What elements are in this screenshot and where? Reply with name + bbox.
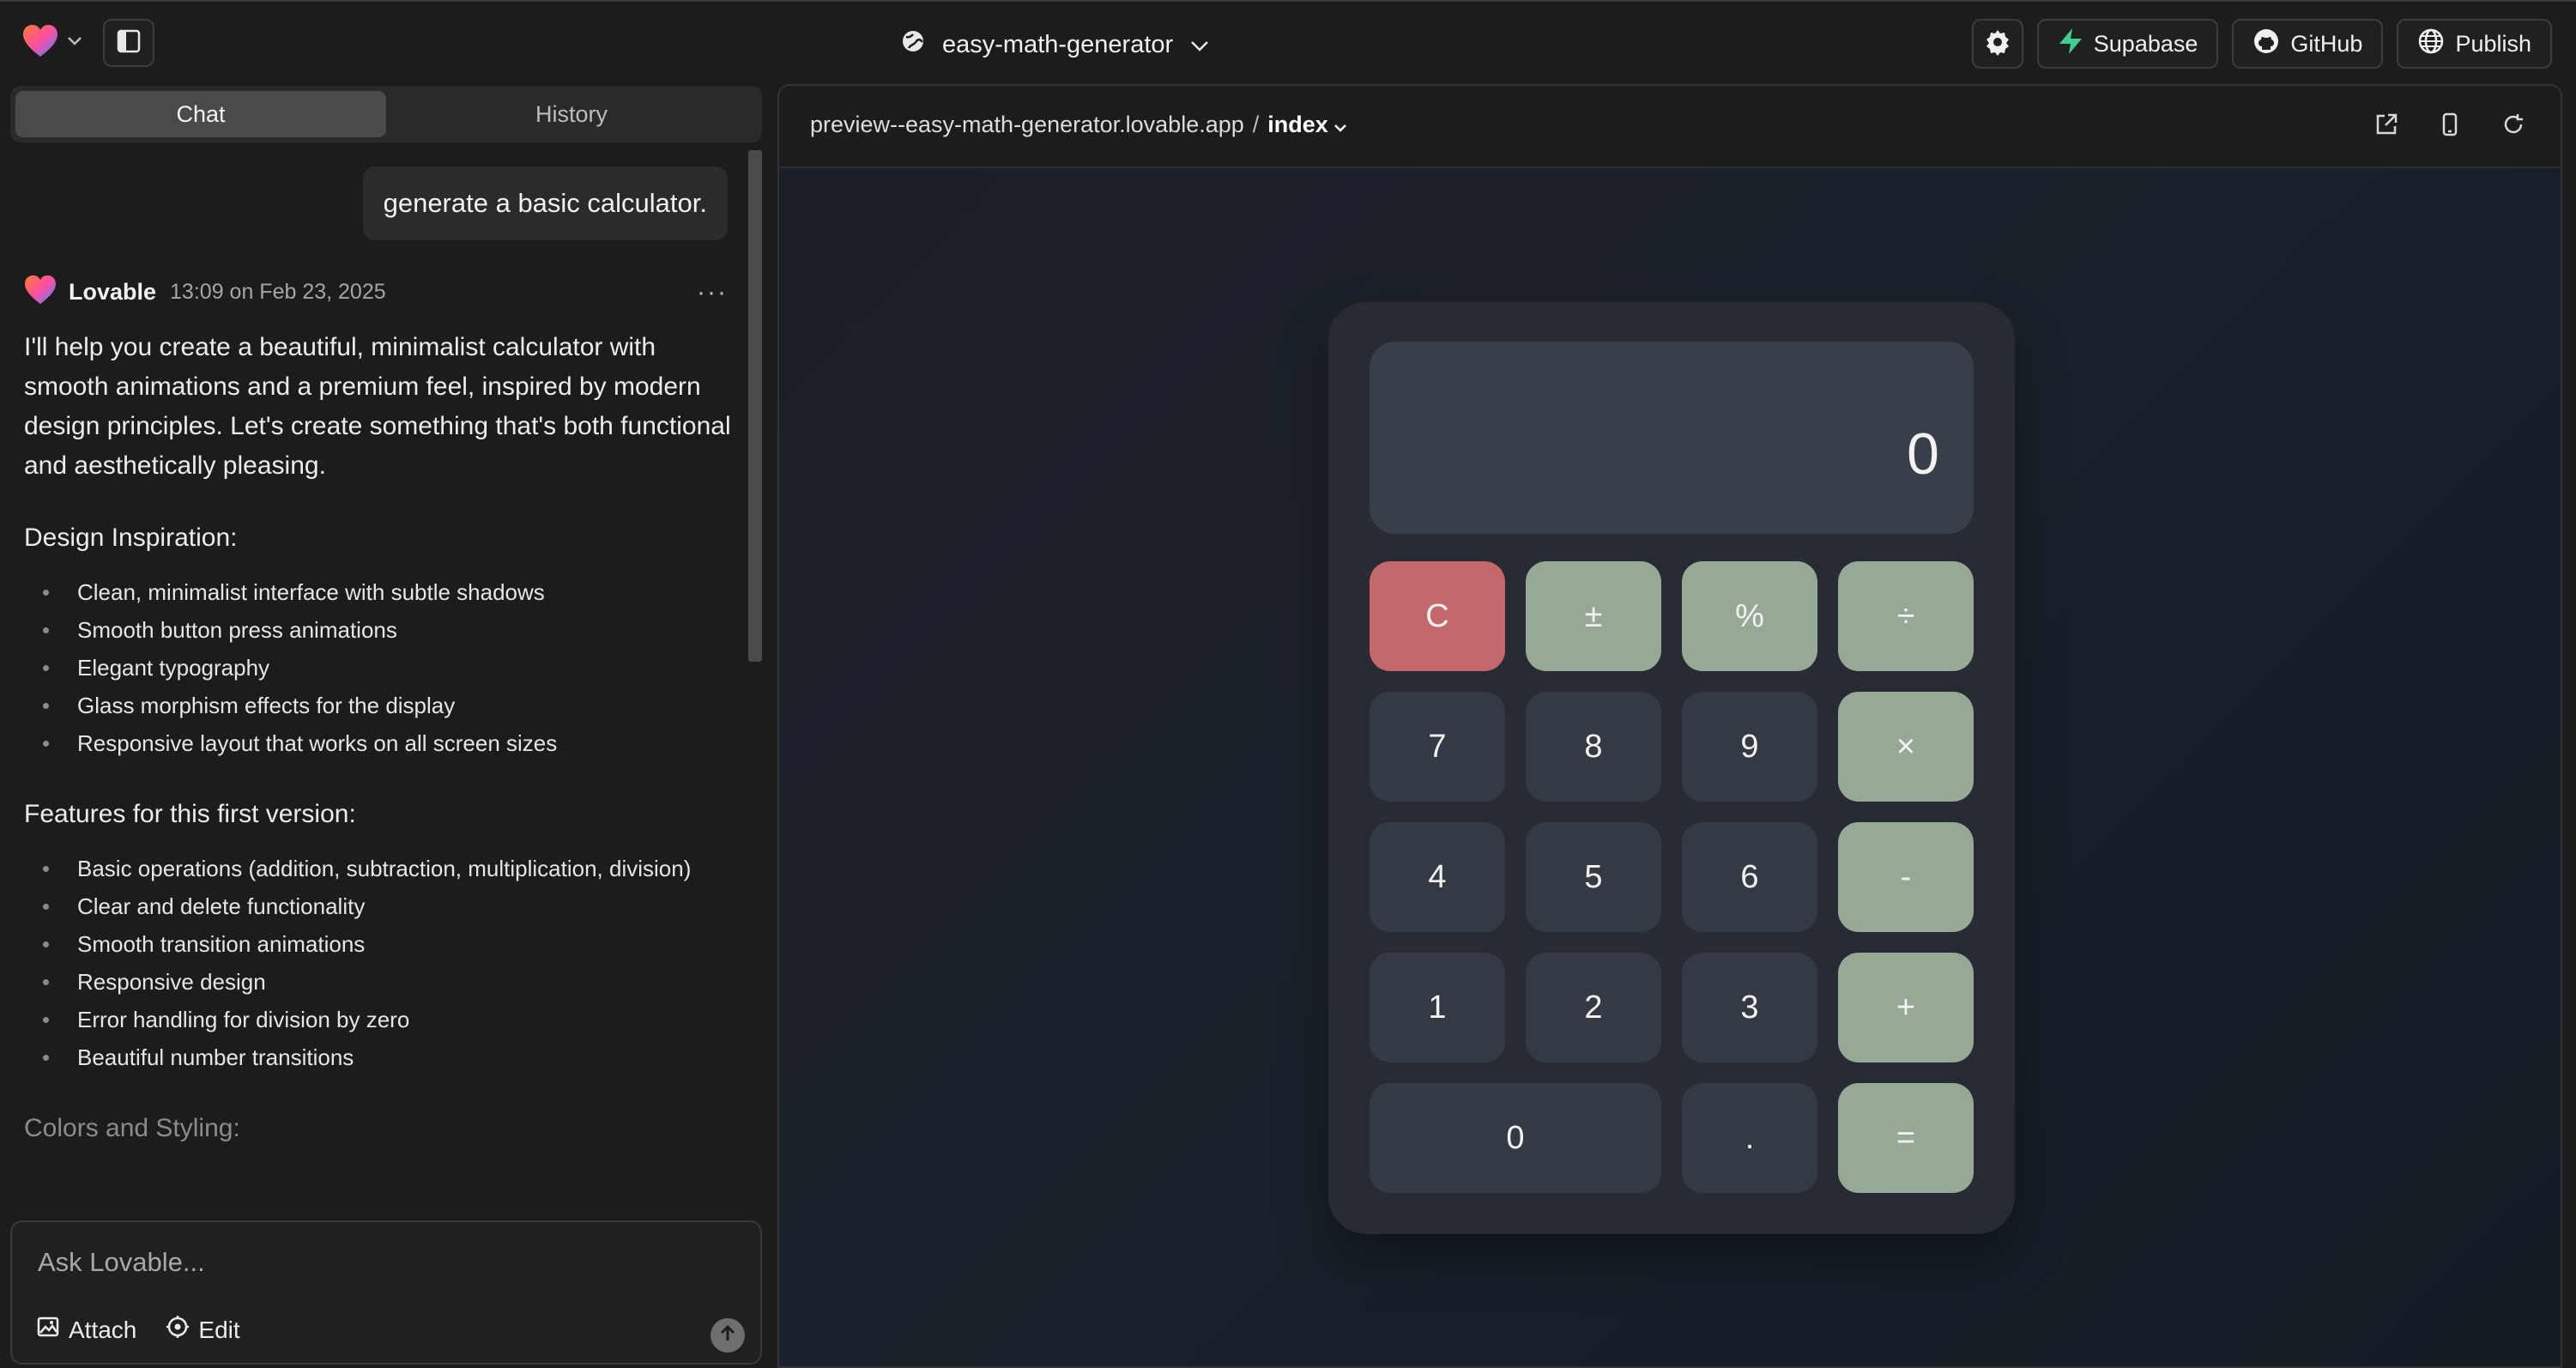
edit-label: Edit [198,1316,240,1343]
chat-panel: Chat History generate a basic calculator… [0,86,772,1368]
heart-logo-icon [24,275,57,310]
list-item: Clear and delete functionality [24,887,736,925]
calc-key[interactable]: = [1838,1083,1974,1193]
github-button[interactable]: GitHub [2232,19,2384,69]
publish-label: Publish [2455,30,2531,57]
send-button[interactable] [711,1318,745,1353]
github-icon [2252,27,2280,61]
message-intro: I'll help you create a beautiful, minima… [24,333,731,480]
colors-heading: Colors and Styling: [24,1114,240,1142]
calculator-display: 0 [1370,342,1974,534]
calc-key[interactable]: - [1838,822,1974,932]
route-selector[interactable]: index [1267,112,1347,138]
attach-button[interactable]: Attach [36,1315,136,1345]
supabase-button[interactable]: Supabase [2036,19,2219,69]
open-external-icon[interactable] [2373,112,2399,142]
list-item: Beautiful number transitions [24,1038,736,1076]
calc-key[interactable]: 8 [1526,692,1661,802]
preview-toolbar: preview--easy-math-generator.lovable.app… [779,86,2561,168]
calc-key[interactable]: + [1838,953,1974,1062]
workspace-menu[interactable] [22,24,82,58]
chat-thread: generate a basic calculator. Lovable 13:… [0,146,755,1219]
calc-key[interactable]: ÷ [1838,561,1974,671]
image-icon [36,1315,60,1345]
panel-tabs: Chat History [10,86,762,142]
calc-key[interactable]: ± [1526,561,1661,671]
design-heading: Design Inspiration: [24,524,238,552]
tab-chat[interactable]: Chat [15,91,386,137]
sidebar-toggle-button[interactable] [103,19,154,67]
chevron-down-icon [1333,112,1347,138]
mobile-view-icon[interactable] [2437,112,2463,142]
supabase-bolt-icon [2058,27,2083,61]
preview-canvas: 0 C ±% ÷ 7 8 9 × 4 5 6- 1 2 3 +0. = [779,168,2561,1366]
calc-key[interactable]: 3 [1682,953,1817,1062]
assistant-message-body: I'll help you create a beautiful, minima… [24,328,736,1148]
globe-icon [2417,27,2445,61]
github-label: GitHub [2290,30,2363,57]
chevron-down-icon [67,36,82,46]
calc-key[interactable]: % [1682,561,1817,671]
calc-key[interactable]: 6 [1682,822,1817,932]
more-options-icon[interactable]: ··· [697,278,728,307]
calc-key[interactable]: 0 [1370,1083,1661,1193]
preview-address: preview--easy-math-generator.lovable.app… [810,112,1347,138]
calculator: 0 C ±% ÷ 7 8 9 × 4 5 6- 1 2 3 +0. = [1328,302,2015,1234]
features-list: Basic operations (addition, subtraction,… [24,850,736,1076]
list-item: Glass morphism effects for the display [24,687,736,724]
target-icon [166,1315,190,1345]
url-separator: / [1252,112,1260,137]
chevron-down-icon [1190,31,1209,59]
message-timestamp: 13:09 on Feb 23, 2025 [170,280,386,304]
calc-key[interactable]: × [1838,692,1974,802]
preview-url: preview--easy-math-generator.lovable.app [810,112,1244,137]
display-value: 0 [1907,421,1939,487]
route-label: index [1267,112,1328,137]
top-bar: easy-math-generator Supabase GitHub Publ… [0,0,2576,86]
list-item: Clean, minimalist interface with subtle … [24,573,736,611]
chat-scrollbar[interactable] [748,150,762,662]
preview-panel: preview--easy-math-generator.lovable.app… [777,84,2562,1368]
assistant-message-header: Lovable 13:09 on Feb 23, 2025 ··· [24,275,728,310]
publish-button[interactable]: Publish [2397,19,2552,69]
design-list: Clean, minimalist interface with subtle … [24,573,736,762]
list-item: Error handling for division by zero [24,1001,736,1038]
tab-history[interactable]: History [386,91,757,137]
list-item: Responsive design [24,963,736,1001]
supabase-label: Supabase [2093,30,2198,57]
calc-key[interactable]: 7 [1370,692,1505,802]
calc-key[interactable]: 5 [1526,822,1661,932]
heart-logo-icon [22,24,58,58]
calc-key[interactable]: C [1370,561,1505,671]
calc-key[interactable]: 4 [1370,822,1505,932]
list-item: Smooth button press animations [24,611,736,649]
globe-icon [901,29,925,60]
features-heading: Features for this first version: [24,800,356,828]
sidebar-icon [116,28,142,58]
refresh-icon[interactable] [2500,112,2526,142]
assistant-name: Lovable [69,279,157,305]
arrow-up-icon [719,1324,736,1347]
gear-icon [1984,28,2011,60]
calc-key[interactable]: . [1682,1083,1817,1193]
chat-composer: Attach Edit [10,1220,762,1365]
list-item: Responsive layout that works on all scre… [24,724,736,762]
attach-label: Attach [69,1316,137,1343]
calc-key[interactable]: 1 [1370,953,1505,1062]
project-selector[interactable]: easy-math-generator [901,24,1209,65]
calc-key[interactable]: 9 [1682,692,1817,802]
project-name: easy-math-generator [942,30,1174,58]
calc-key[interactable]: 2 [1526,953,1661,1062]
edit-button[interactable]: Edit [166,1315,240,1345]
list-item: Elegant typography [24,649,736,687]
settings-button[interactable] [1971,19,2023,69]
list-item: Basic operations (addition, subtraction,… [24,850,736,887]
chat-input[interactable] [38,1241,724,1284]
list-item: Smooth transition animations [24,925,736,963]
user-message: generate a basic calculator. [362,166,728,240]
